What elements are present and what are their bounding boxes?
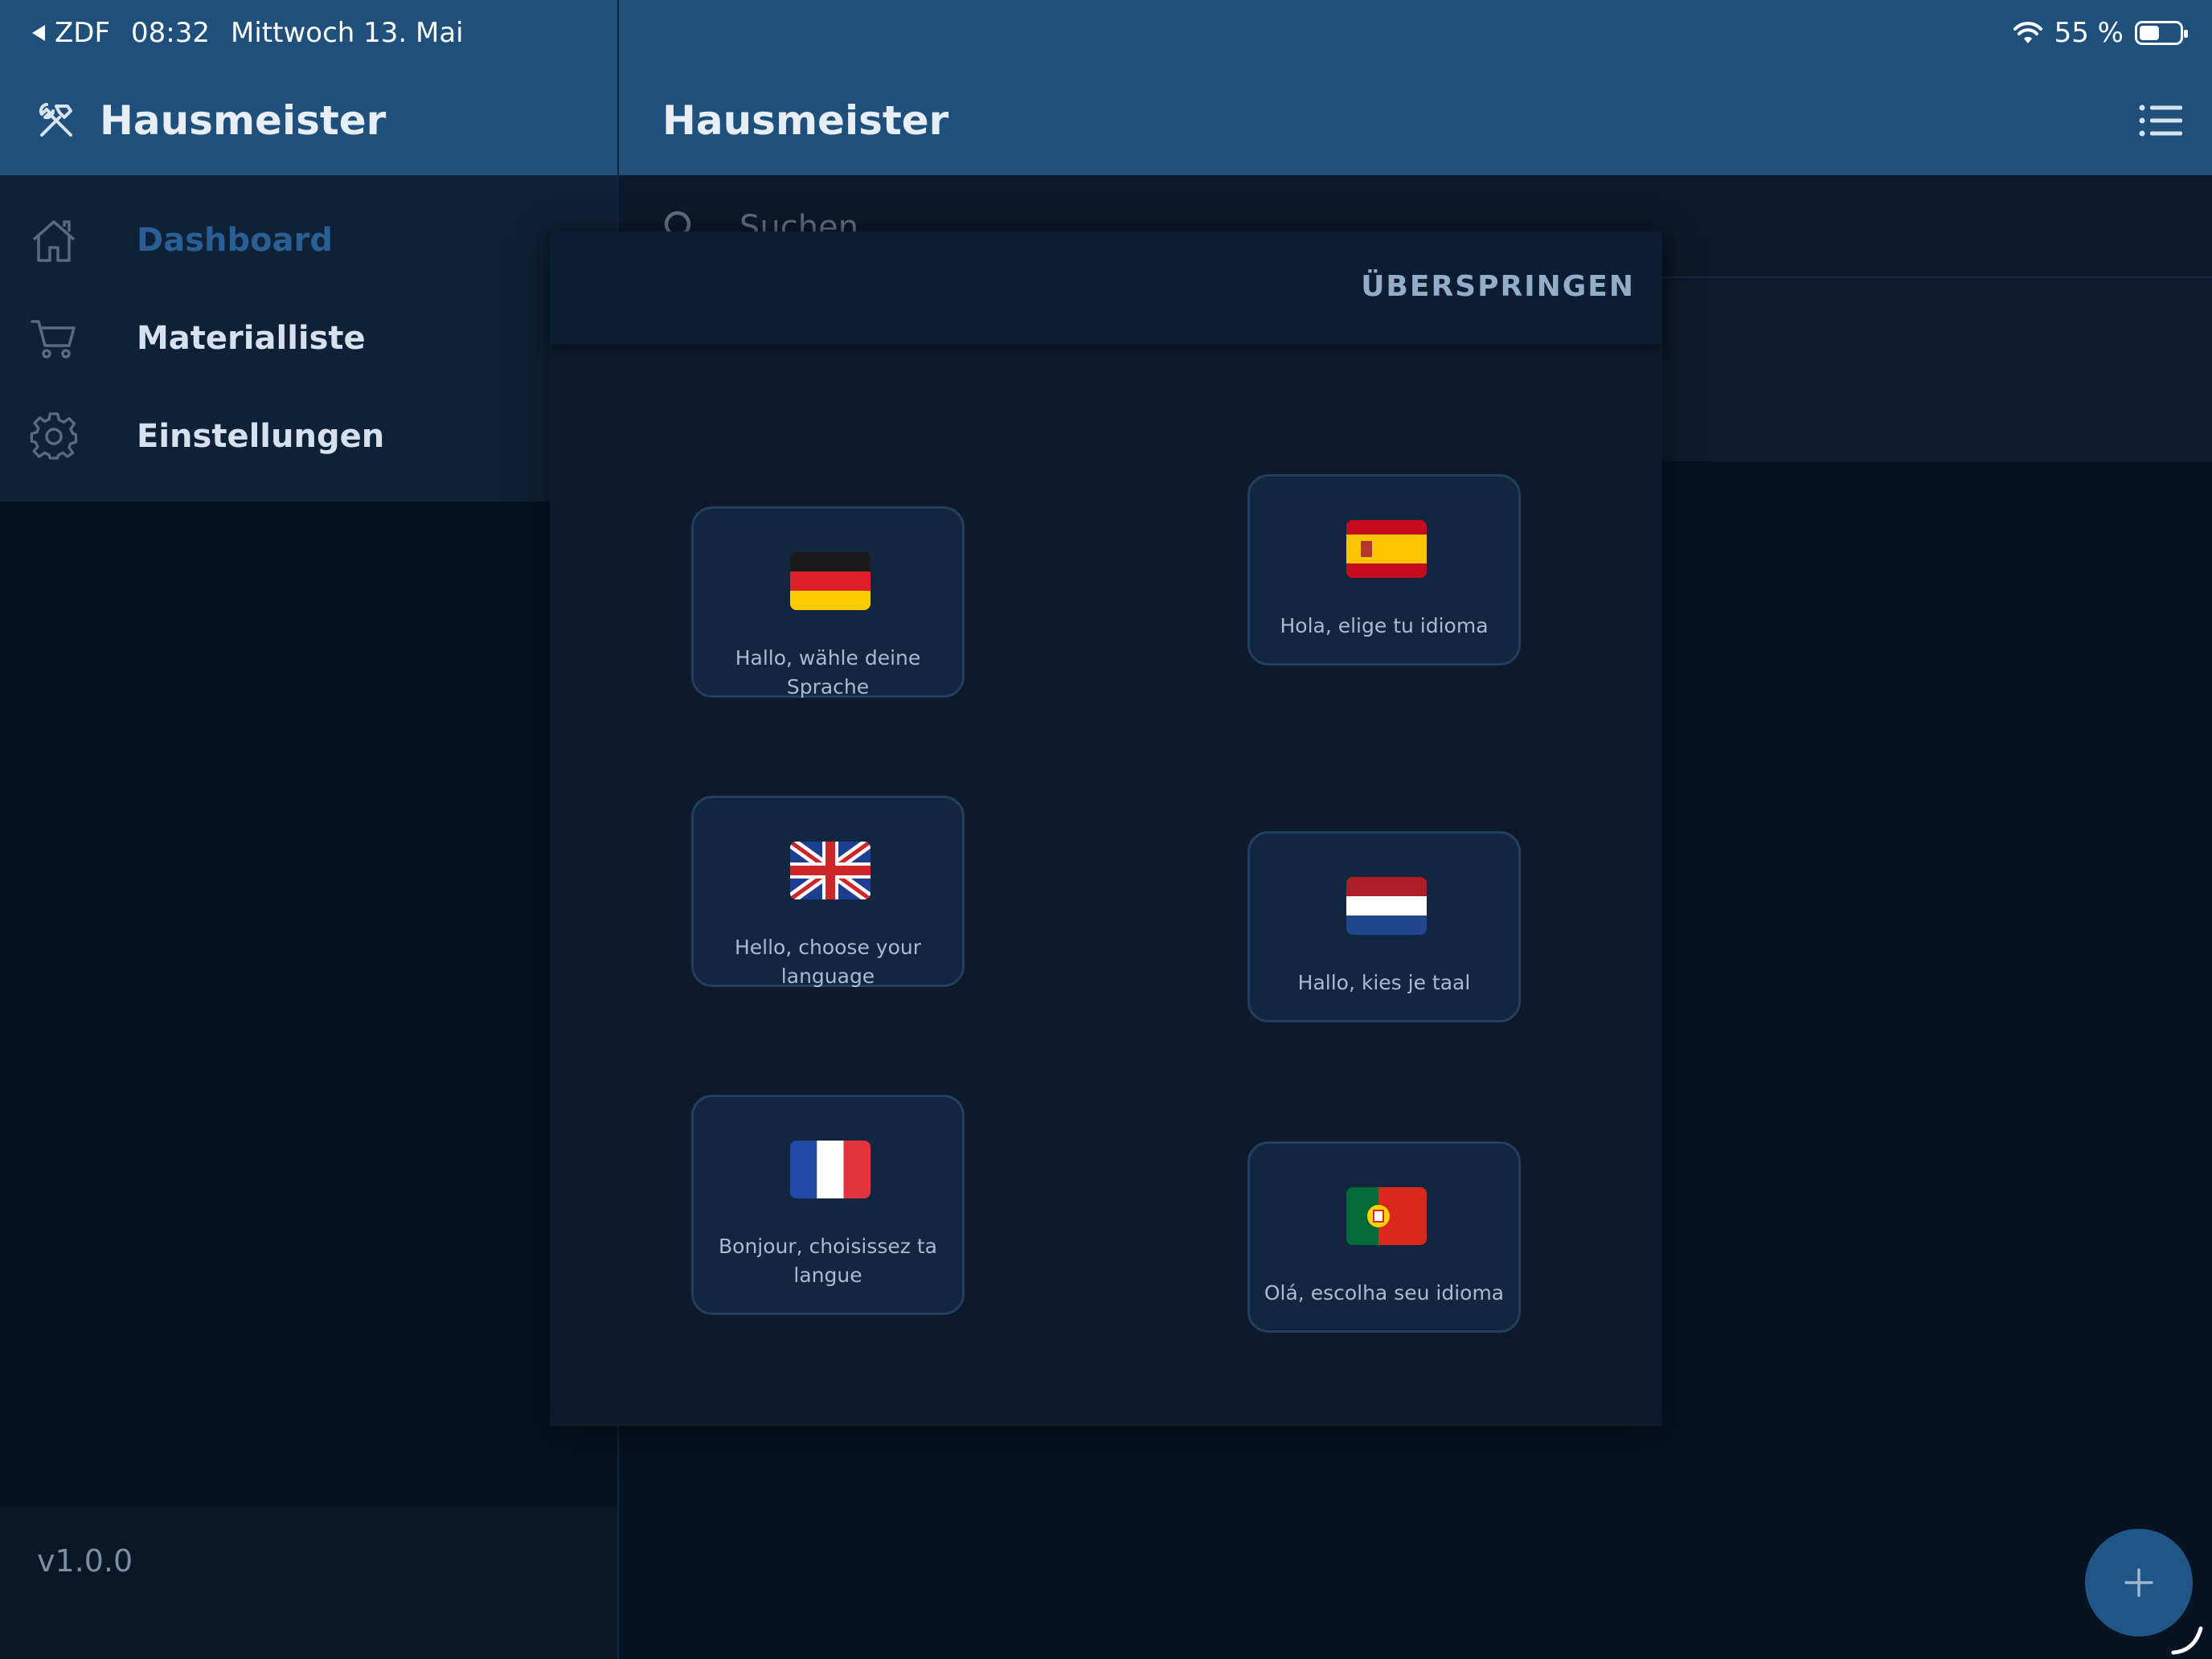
language-option-label: Hola, elige tu idioma xyxy=(1280,614,1489,637)
language-option-spanish[interactable]: Hola, elige tu idioma xyxy=(1247,474,1521,666)
add-button[interactable] xyxy=(2085,1529,2193,1636)
gear-icon xyxy=(30,412,78,460)
language-option-label: Bonjour, choisissez ta langue xyxy=(719,1235,937,1287)
uk-flag-icon xyxy=(790,842,870,899)
france-flag-icon xyxy=(790,1141,870,1198)
list-menu-button[interactable] xyxy=(2136,98,2185,143)
sidebar-item-label: Dashboard xyxy=(137,222,333,259)
sidebar-title: Hausmeister xyxy=(100,97,387,144)
language-option-label: Hello, choose your language xyxy=(734,936,921,988)
status-time: 08:32 xyxy=(131,17,211,49)
sidebar-footer xyxy=(0,1506,617,1659)
version-label: v1.0.0 xyxy=(37,1543,133,1579)
language-option-french[interactable]: Bonjour, choisissez ta langue xyxy=(691,1095,965,1315)
netherlands-flag-icon xyxy=(1346,877,1427,935)
sidebar-item-label: Einstellungen xyxy=(137,418,385,455)
status-date: Mittwoch 13. Mai xyxy=(231,17,464,49)
corner-indicator-icon xyxy=(2171,1626,2203,1655)
page-title: Hausmeister xyxy=(662,97,949,144)
sidebar-item-label: Materialliste xyxy=(137,320,366,357)
battery-percent: 55 % xyxy=(2054,17,2124,49)
sidebar-item-dashboard[interactable]: Dashboard xyxy=(0,196,617,285)
sidebar: Dashboard Materialliste Einstellungen xyxy=(0,175,617,1659)
dialog-header: ÜBERSPRINGEN xyxy=(550,231,1662,344)
sidebar-header: Hausmeister xyxy=(35,90,386,151)
tools-icon xyxy=(39,103,72,137)
skip-button[interactable]: ÜBERSPRINGEN xyxy=(1361,270,1635,303)
battery-icon xyxy=(2135,21,2188,45)
app-root: ZDF 08:32 Mittwoch 13. Mai 55 % Hausmeis… xyxy=(0,0,2212,1659)
portugal-flag-icon xyxy=(1346,1187,1427,1245)
wifi-icon xyxy=(2013,22,2042,43)
germany-flag-icon xyxy=(790,552,870,610)
language-option-label: Hallo, wähle deine Sprache xyxy=(735,646,921,698)
home-icon xyxy=(32,220,76,262)
sidebar-nav: Dashboard Materialliste Einstellungen xyxy=(0,175,617,502)
language-option-portuguese[interactable]: Olá, escolha seu idioma xyxy=(1247,1141,1521,1333)
back-app-label: ZDF xyxy=(55,17,111,49)
cart-icon xyxy=(31,320,76,358)
status-bar-left: ZDF 08:32 Mittwoch 13. Mai xyxy=(31,13,464,53)
list-icon xyxy=(2139,104,2182,137)
back-triangle-icon xyxy=(32,25,45,41)
language-option-dutch[interactable]: Hallo, kies je taal xyxy=(1247,831,1521,1022)
plus-icon xyxy=(2124,1568,2153,1597)
sidebar-item-materialliste[interactable]: Materialliste xyxy=(0,294,617,383)
back-to-app-link[interactable]: ZDF xyxy=(31,17,110,49)
language-option-german[interactable]: Hallo, wähle deine Sprache xyxy=(691,506,965,698)
spain-flag-icon xyxy=(1346,520,1427,578)
sidebar-item-einstellungen[interactable]: Einstellungen xyxy=(0,392,617,481)
status-bar-right: 55 % xyxy=(2013,13,2188,53)
language-dialog: ÜBERSPRINGEN Hallo, wähle deine Sprache … xyxy=(550,231,1662,1426)
language-option-english[interactable]: Hello, choose your language xyxy=(691,796,965,988)
language-option-label: Hallo, kies je taal xyxy=(1297,971,1471,994)
language-option-label: Olá, escolha seu idioma xyxy=(1264,1281,1505,1305)
